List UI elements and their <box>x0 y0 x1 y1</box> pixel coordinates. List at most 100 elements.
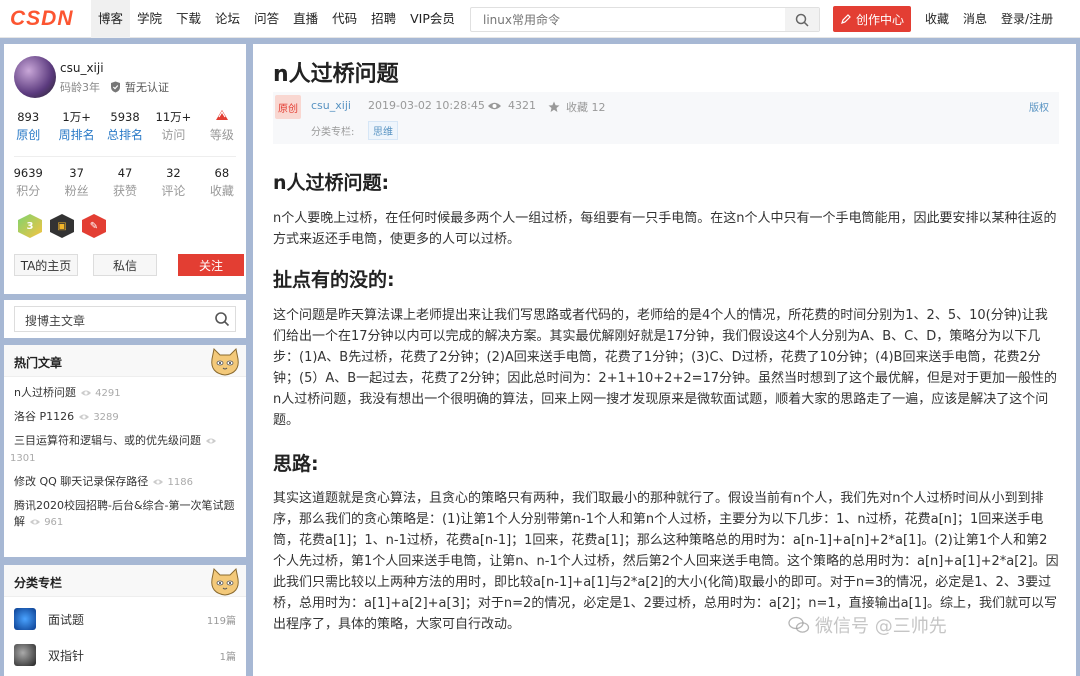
stat-value: 11万+ <box>155 110 192 124</box>
top-search <box>470 7 820 32</box>
top-search-button[interactable] <box>785 8 819 31</box>
stat-level[interactable]: 等级 <box>198 108 246 144</box>
nav-link-live[interactable]: 直播 <box>286 0 325 38</box>
hot-article-title[interactable]: 修改 QQ 聊天记录保存路径 <box>14 475 148 488</box>
cat-mascot-icon <box>211 567 239 596</box>
nav-link-login[interactable]: 登录/注册 <box>994 0 1060 38</box>
nav-link-vip[interactable]: VIP会员 <box>403 0 462 38</box>
article-views-value: 4321 <box>508 99 536 112</box>
stat-favorites: 68 收藏 <box>198 164 246 200</box>
stat-value: 5938 <box>110 110 140 124</box>
nav-link-favorites[interactable]: 收藏 <box>918 0 956 38</box>
homepage-button[interactable]: TA的主页 <box>14 254 78 276</box>
stat-label: 访问 <box>161 128 186 142</box>
view-count: 1186 <box>152 477 193 488</box>
article-meta: 原创 csu_xiji 2019-03-02 10:28:45 4321 收藏 … <box>273 92 1059 144</box>
pen-icon <box>841 14 851 24</box>
hot-article-title[interactable]: n人过桥问题 <box>14 386 76 399</box>
section-paragraph: 这个问题是昨天算法课上老师提出来让我们写思路或者代码的，老师给的是4个人的情况，… <box>273 308 1058 428</box>
stat-label: 积分 <box>16 184 41 198</box>
stat-label: 粉丝 <box>64 184 89 198</box>
stat-label: 评论 <box>161 184 186 198</box>
stat-label: 原创 <box>16 128 41 142</box>
certification: 暂无认证 <box>110 79 169 95</box>
nav-link-academy[interactable]: 学院 <box>130 0 169 38</box>
stat-total-rank[interactable]: 5938 总排名 <box>101 108 149 144</box>
stat-value: 68 <box>214 166 230 180</box>
hot-article-item[interactable]: 修改 QQ 聊天记录保存路径 1186 <box>14 474 236 491</box>
interview-column-icon <box>14 608 36 630</box>
columns-title: 分类专栏 <box>14 576 63 590</box>
section-heading: 扯点有的没的: <box>273 269 395 291</box>
follow-button[interactable]: 关注 <box>178 254 244 276</box>
level-badge-icon[interactable]: 3 <box>18 214 42 238</box>
article-date: 2019-03-02 10:28:45 <box>368 99 485 112</box>
right-links: 收藏 消息 登录/注册 <box>918 0 1060 38</box>
stat-label: 获赞 <box>113 184 138 198</box>
message-button[interactable]: 私信 <box>93 254 157 276</box>
stats-row-2: 9639 积分 37 粉丝 47 获赞 32 评论 68 收藏 <box>4 164 246 200</box>
stat-fans: 37 粉丝 <box>52 164 100 200</box>
view-count-value: 961 <box>44 517 64 528</box>
nav-link-messages[interactable]: 消息 <box>956 0 994 38</box>
nav-link-code[interactable]: 代码 <box>325 0 364 38</box>
view-count: 4291 <box>80 388 121 399</box>
writer-badge-icon[interactable]: ✎ <box>82 214 106 238</box>
certification-label: 暂无认证 <box>125 81 169 94</box>
category-tag[interactable]: 思维 <box>368 121 398 140</box>
hot-article-title[interactable]: 洛谷 P1126 <box>14 410 74 423</box>
csdn-logo[interactable]: CSDN <box>10 7 74 31</box>
eye-icon <box>80 390 91 396</box>
columns-panel: 分类专栏 面试题 119篇 双指针 1篇 <box>4 565 246 676</box>
article-author[interactable]: csu_xiji <box>311 99 351 112</box>
username[interactable]: csu_xiji <box>60 61 104 75</box>
column-item[interactable]: 双指针 1篇 <box>14 641 236 669</box>
view-count-value: 4291 <box>95 388 121 399</box>
hot-article-item[interactable]: n人过桥问题 4291 <box>14 385 236 402</box>
stats-row-1: 893 原创 1万+ 周排名 5938 总排名 11万+ 访问 等级 <box>4 108 246 144</box>
stat-likes: 47 获赞 <box>101 164 149 200</box>
watermark: 微信号 @三帅先 <box>788 612 947 638</box>
stat-value: 37 <box>69 166 84 180</box>
column-item[interactable]: 面试题 119篇 <box>14 605 236 633</box>
profile-buttons: TA的主页 私信 关注 <box>14 254 244 276</box>
blogger-search-input[interactable]: 搜博主文章 <box>14 306 236 332</box>
column-name: 面试题 <box>48 612 85 627</box>
view-count: 961 <box>29 517 63 528</box>
avatar[interactable] <box>14 56 56 98</box>
eye-icon <box>79 414 90 420</box>
stat-points: 9639 积分 <box>4 164 52 200</box>
search-icon[interactable] <box>214 311 230 327</box>
hot-articles-list: n人过桥问题 4291 洛谷 P1126 3289 三目运算符和逻辑与、或的优先… <box>10 385 236 538</box>
stat-original[interactable]: 893 原创 <box>4 108 52 144</box>
hot-article-item[interactable]: 腾讯2020校园招聘-后台&综合-第一次笔试题解 961 <box>14 498 236 531</box>
stat-value: 9639 <box>13 166 43 180</box>
eye-icon <box>30 519 40 525</box>
copyright-link[interactable]: 版权 <box>1029 99 1049 114</box>
nav-link-forum[interactable]: 论坛 <box>208 0 247 38</box>
create-center-button[interactable]: 创作中心 <box>833 6 911 32</box>
badges: 3 ▣ ✎ <box>18 214 106 238</box>
nav-link-jobs[interactable]: 招聘 <box>364 0 403 38</box>
column-count: 119篇 <box>206 615 236 627</box>
blog-badge-icon[interactable]: ▣ <box>50 214 74 238</box>
nav-links: 博客 学院 下载 论坛 问答 直播 代码 招聘 VIP会员 <box>91 0 462 38</box>
hot-article-item[interactable]: 三目运算符和逻辑与、或的优先级问题 1301 <box>10 433 236 467</box>
stat-label: 总排名 <box>107 128 144 142</box>
nav-link-download[interactable]: 下载 <box>169 0 208 38</box>
eye-icon <box>488 102 501 109</box>
watermark-text: 微信号 @三帅先 <box>815 616 947 637</box>
top-search-input[interactable] <box>471 8 783 31</box>
article-title: n人过桥问题 <box>273 62 399 87</box>
wechat-icon <box>788 616 810 633</box>
nav-link-qa[interactable]: 问答 <box>247 0 286 38</box>
stat-weekly-rank[interactable]: 1万+ 周排名 <box>52 108 100 144</box>
hot-article-item[interactable]: 洛谷 P1126 3289 <box>14 409 236 426</box>
blogger-search-placeholder: 搜博主文章 <box>25 314 86 328</box>
category-label: 分类专栏: <box>311 127 355 138</box>
article-views: 4321 <box>487 99 536 112</box>
nav-link-blog[interactable]: 博客 <box>91 0 131 38</box>
eye-icon <box>206 438 216 444</box>
hot-article-title[interactable]: 三目运算符和逻辑与、或的优先级问题 <box>14 434 201 447</box>
article-favorites[interactable]: 收藏 12 <box>548 99 606 115</box>
